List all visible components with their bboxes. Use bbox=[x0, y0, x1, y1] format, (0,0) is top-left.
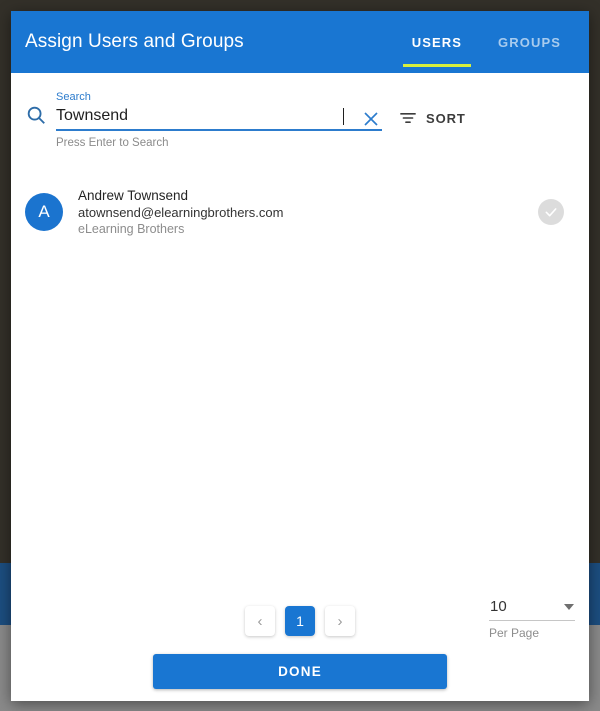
tab-groups[interactable]: GROUPS bbox=[480, 11, 579, 73]
pagination-page-1[interactable]: 1 bbox=[285, 606, 315, 636]
tab-active-underline bbox=[403, 64, 471, 67]
per-page-control: 10 Per Page bbox=[489, 598, 575, 640]
chevron-down-icon bbox=[564, 604, 574, 610]
done-button[interactable]: DONE bbox=[153, 654, 447, 689]
search-field: Search bbox=[56, 91, 382, 131]
tab-groups-label: GROUPS bbox=[498, 35, 561, 50]
per-page-label: Per Page bbox=[489, 626, 575, 640]
dialog-header: Assign Users and Groups USERS GROUPS bbox=[11, 11, 589, 73]
select-user-checkmark-icon[interactable] bbox=[538, 199, 564, 225]
tab-bar: USERS GROUPS bbox=[394, 11, 579, 73]
search-hint: Press Enter to Search bbox=[56, 137, 169, 149]
user-email: atownsend@elearningbrothers.com bbox=[78, 204, 538, 221]
search-hint-row: Press Enter to Search bbox=[11, 131, 589, 149]
tab-users[interactable]: USERS bbox=[394, 11, 480, 73]
magnifier-icon[interactable] bbox=[25, 104, 47, 126]
search-row: Search bbox=[11, 91, 589, 131]
search-label: Search bbox=[56, 91, 382, 104]
user-details: Andrew Townsend atownsend@elearningbroth… bbox=[78, 187, 538, 238]
tab-users-label: USERS bbox=[412, 35, 462, 50]
pagination-bar: ‹ 1 › 10 Per Page bbox=[11, 596, 589, 654]
page-title: Assign Users and Groups bbox=[25, 31, 244, 53]
avatar: A bbox=[25, 193, 63, 231]
list-item[interactable]: A Andrew Townsend atownsend@elearningbro… bbox=[11, 183, 589, 241]
done-button-wrapper: DONE bbox=[11, 654, 589, 689]
sort-filter-icon bbox=[398, 108, 418, 128]
user-name: Andrew Townsend bbox=[78, 187, 538, 204]
text-caret bbox=[343, 108, 344, 125]
user-results-list: A Andrew Townsend atownsend@elearningbro… bbox=[11, 183, 589, 241]
search-area: Search bbox=[11, 73, 589, 149]
sort-label: SORT bbox=[426, 111, 466, 126]
pagination-prev-button[interactable]: ‹ bbox=[245, 606, 275, 636]
sort-button[interactable]: SORT bbox=[398, 108, 466, 128]
user-organization: eLearning Brothers bbox=[78, 221, 538, 238]
per-page-value: 10 bbox=[490, 598, 507, 615]
pagination-next-button[interactable]: › bbox=[325, 606, 355, 636]
dialog-footer: ‹ 1 › 10 Per Page DONE bbox=[11, 596, 589, 701]
per-page-select[interactable]: 10 bbox=[489, 598, 575, 621]
search-input[interactable] bbox=[56, 105, 346, 127]
assign-users-and-groups-dialog: Assign Users and Groups USERS GROUPS Sea… bbox=[11, 11, 589, 701]
search-input-underline bbox=[56, 105, 382, 131]
close-x-icon[interactable] bbox=[362, 110, 380, 128]
